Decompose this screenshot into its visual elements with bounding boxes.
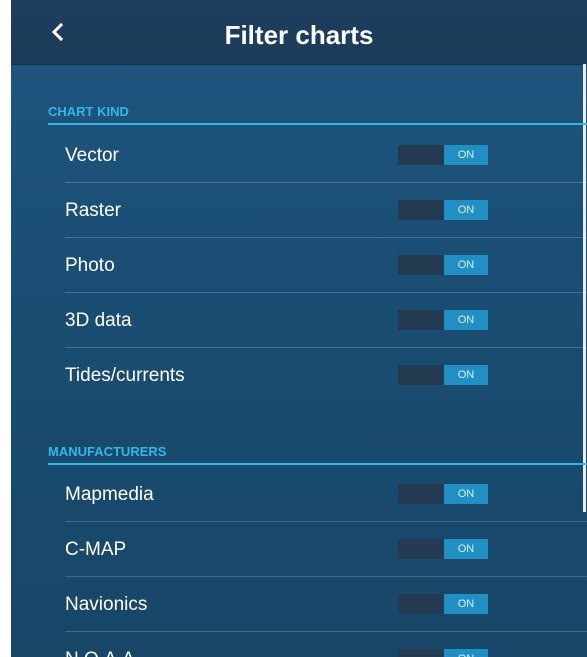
page-title: Filter charts — [224, 20, 374, 50]
toggle-switch[interactable]: ON — [398, 539, 488, 559]
toggle-switch[interactable]: ON — [398, 255, 488, 275]
row-c-map[interactable]: C-MAP ON — [11, 522, 587, 577]
toggle-state: ON — [444, 594, 488, 614]
toggle-state: ON — [444, 200, 488, 220]
row-label: 3D data — [65, 310, 132, 331]
section-header-chart-kind: CHART KIND — [48, 101, 587, 125]
header-bar: Filter charts — [11, 0, 587, 65]
row-photo[interactable]: Photo ON — [11, 238, 587, 293]
row-noaa[interactable]: N.O.A.A. ON — [11, 632, 587, 657]
toggle-switch[interactable]: ON — [398, 649, 488, 657]
toggle-state: ON — [444, 255, 488, 275]
row-raster[interactable]: Raster ON — [11, 183, 587, 238]
row-tides-currents[interactable]: Tides/currents ON — [11, 348, 587, 403]
toggle-state: ON — [444, 365, 488, 385]
toggle-state: ON — [444, 539, 488, 559]
row-label: Photo — [65, 255, 115, 276]
filter-charts-screen: Filter charts CHART KIND Vector ON Raste… — [11, 0, 587, 657]
toggle-state: ON — [444, 310, 488, 330]
row-label: Vector — [65, 145, 119, 166]
row-navionics[interactable]: Navionics ON — [11, 577, 587, 632]
row-label: C-MAP — [65, 539, 127, 560]
toggle-switch[interactable]: ON — [398, 310, 488, 330]
row-label: Mapmedia — [65, 484, 154, 505]
toggle-switch[interactable]: ON — [398, 594, 488, 614]
toggle-switch[interactable]: ON — [398, 484, 488, 504]
toggle-state: ON — [444, 484, 488, 504]
toggle-switch[interactable]: ON — [398, 365, 488, 385]
row-label: Navionics — [65, 594, 148, 615]
row-vector[interactable]: Vector ON — [11, 128, 587, 183]
toggle-state: ON — [444, 649, 488, 657]
row-label: Raster — [65, 200, 121, 221]
row-3d-data[interactable]: 3D data ON — [11, 293, 587, 348]
row-mapmedia[interactable]: Mapmedia ON — [11, 467, 587, 522]
toggle-switch[interactable]: ON — [398, 200, 488, 220]
row-label: Tides/currents — [65, 365, 185, 386]
row-label: N.O.A.A. — [65, 632, 140, 657]
section-header-manufacturers: MANUFACTURERS — [48, 441, 587, 465]
toggle-switch[interactable]: ON — [398, 145, 488, 165]
toggle-state: ON — [444, 145, 488, 165]
